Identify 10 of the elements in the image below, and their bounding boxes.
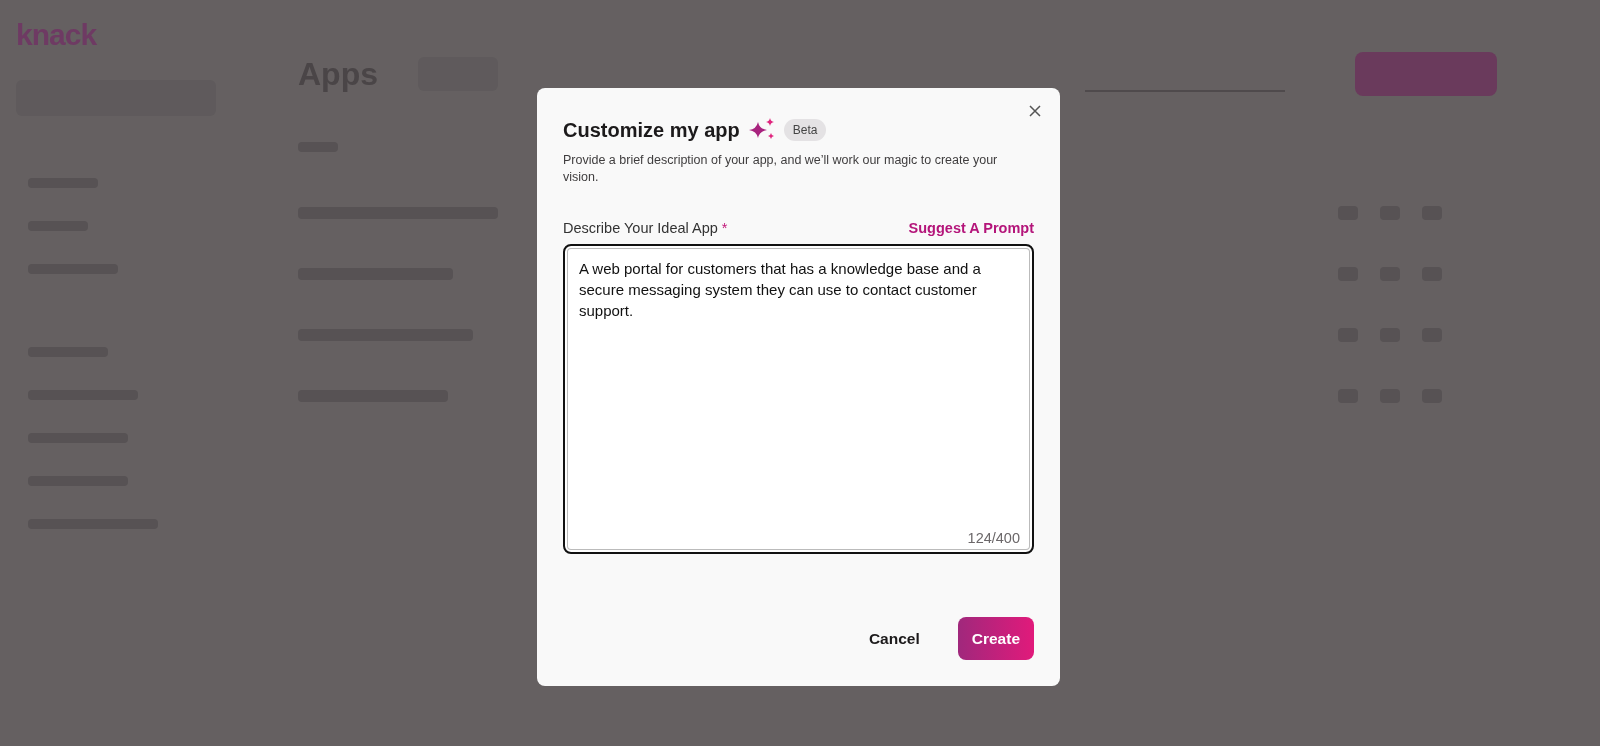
dialog-title: Customize my app: [563, 118, 740, 142]
dialog-description: Provide a brief description of your app, and we’ll work our magic to create your vision.: [563, 152, 999, 186]
create-button[interactable]: Create: [957, 617, 1034, 660]
cancel-button[interactable]: Cancel: [844, 617, 944, 660]
description-textarea[interactable]: A web portal for customers that has a knowledge base and a secure messaging system they can use to contact customer support. 124/400: [563, 244, 1034, 554]
beta-badge: Beta: [783, 119, 827, 141]
suggest-prompt-link[interactable]: Suggest A Prompt: [908, 220, 1034, 236]
close-icon[interactable]: [1028, 104, 1042, 118]
character-counter: 124/400: [967, 530, 1020, 546]
field-label: Describe Your Ideal App *: [563, 220, 728, 236]
